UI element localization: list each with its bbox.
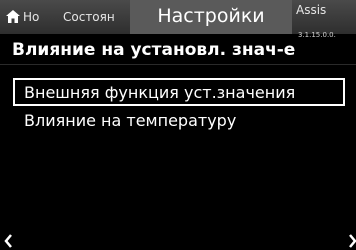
menu-item-external-setpoint[interactable]: Внешняя функция уст.значения	[13, 78, 345, 106]
tab-state-label: Состоян	[63, 9, 115, 24]
bottom-nav-bar	[0, 234, 356, 250]
page-title: Влияние на установл. знач-е	[12, 40, 296, 60]
tab-assist[interactable]: Assis	[296, 3, 356, 30]
tab-settings-label: Настройки	[157, 5, 265, 27]
menu-item-temperature-influence[interactable]: Влияние на температуру	[13, 106, 345, 134]
tab-assist-label: Assis	[296, 3, 327, 17]
settings-menu: Внешняя функция уст.значения Влияние на …	[13, 78, 345, 134]
chevron-left-icon[interactable]	[4, 234, 13, 248]
chevron-right-icon[interactable]	[348, 234, 356, 248]
home-icon	[6, 10, 20, 23]
tab-state[interactable]: Состоян	[63, 3, 127, 30]
version-label: 3.1.15.0.0.	[298, 31, 336, 39]
top-tab-bar: Но Состоян Настройки Assis 3.1.15.0.0.	[0, 0, 356, 39]
divider	[0, 64, 356, 65]
tab-settings[interactable]: Настройки	[130, 0, 292, 34]
tab-home[interactable]: Но	[0, 3, 64, 30]
tab-home-label: Но	[23, 9, 40, 24]
